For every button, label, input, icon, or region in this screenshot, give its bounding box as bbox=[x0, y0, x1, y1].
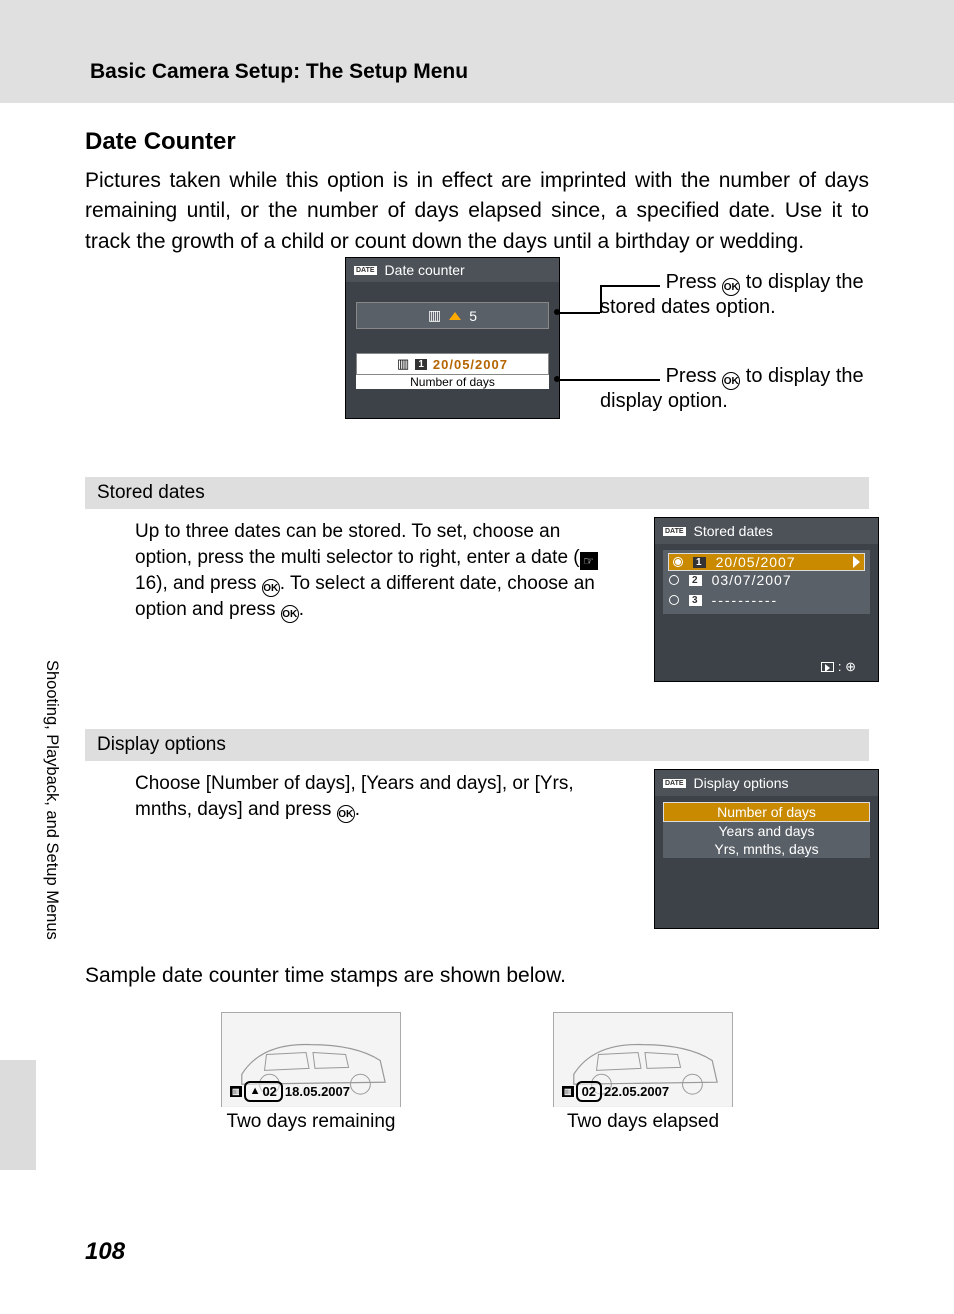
page-number: 108 bbox=[85, 1238, 125, 1266]
date-badge-icon: ▥ bbox=[562, 1086, 574, 1097]
up-arrow-icon bbox=[449, 312, 461, 320]
side-section-label: Shooting, Playback, and Setup Menus bbox=[42, 660, 61, 940]
stored-date-2-value: 03/07/2007 bbox=[712, 572, 792, 588]
stamp-right-date: 22.05.2007 bbox=[604, 1084, 669, 1099]
samples-intro: Sample date counter time stamps are show… bbox=[85, 961, 869, 991]
sample-elapsed: ▥ 02 22.05.2007 Two days elapsed bbox=[553, 1012, 733, 1133]
display-options-header: Display options bbox=[85, 729, 869, 761]
chapter-title: Basic Camera Setup: The Setup Menu bbox=[90, 60, 954, 84]
slot-1-badge: 1 bbox=[693, 557, 706, 568]
stored-date-3[interactable]: 3 ---------- bbox=[669, 590, 864, 610]
lcd-row1-value: 5 bbox=[469, 308, 477, 324]
date-badge-icon: DATE bbox=[354, 266, 377, 275]
play-icon bbox=[821, 662, 834, 672]
sample-left-caption: Two days remaining bbox=[221, 1111, 401, 1133]
slot-3-badge: 3 bbox=[689, 595, 702, 606]
calendar-icon: ▥ bbox=[428, 307, 441, 324]
side-tab bbox=[0, 1060, 36, 1170]
callout-stored: Press OK to display the stored dates opt… bbox=[600, 271, 890, 319]
main-diagram: DATE Date counter ▥ 5 ▥ 1 20/05/2007 Num… bbox=[85, 257, 869, 457]
date-counter-lcd: DATE Date counter ▥ 5 ▥ 1 20/05/2007 Num… bbox=[345, 257, 560, 419]
option-yrs-mnths-days[interactable]: Yrs, mnths, days bbox=[663, 840, 870, 858]
ref-icon: ☞ bbox=[580, 552, 598, 570]
callout-display: Press OK to display the display option. bbox=[600, 365, 890, 413]
slot-1-badge: 1 bbox=[415, 359, 427, 370]
date-badge-icon: DATE bbox=[663, 527, 686, 536]
lcd-row2-label: Number of days bbox=[356, 375, 549, 389]
ok-icon: OK bbox=[337, 805, 355, 823]
date-badge-icon: DATE bbox=[663, 779, 686, 788]
opts-lcd-title: Display options bbox=[694, 775, 789, 791]
sample-right-caption: Two days elapsed bbox=[553, 1111, 733, 1133]
stored-dates-text: Up to three dates can be stored. To set,… bbox=[135, 519, 605, 623]
lcd-row2-date: 20/05/2007 bbox=[433, 357, 508, 372]
lcd-row-date[interactable]: ▥ 1 20/05/2007 bbox=[356, 353, 549, 375]
stored-lcd-title: Stored dates bbox=[694, 523, 773, 539]
calendar-icon: ▥ bbox=[397, 356, 409, 372]
stamp-elapsed: ▥ 02 22.05.2007 bbox=[562, 1081, 669, 1102]
stored-dates-lcd: DATE Stored dates 1 20/05/2007 2 03/07/2… bbox=[654, 517, 879, 682]
stamp-right-num: 02 bbox=[582, 1084, 596, 1099]
radio-selected-icon bbox=[673, 557, 683, 567]
ok-icon: OK bbox=[262, 579, 280, 597]
lcd-title: Date counter bbox=[385, 262, 465, 278]
lcd-title-row: DATE Date counter bbox=[346, 258, 559, 282]
down-arrow-icon: ▲ bbox=[250, 1085, 261, 1097]
display-options-lcd: DATE Display options Number of days Year… bbox=[654, 769, 879, 929]
ok-icon: OK bbox=[281, 605, 299, 623]
date-badge-icon: ▥ bbox=[230, 1086, 242, 1097]
stored-date-1[interactable]: 1 20/05/2007 bbox=[669, 554, 864, 570]
lcd-row-stored[interactable]: ▥ 5 bbox=[356, 302, 549, 329]
stored-date-3-value: ---------- bbox=[712, 592, 779, 608]
section-body: Pictures taken while this option is in e… bbox=[85, 166, 869, 257]
radio-icon bbox=[669, 575, 679, 585]
stored-date-2[interactable]: 2 03/07/2007 bbox=[669, 570, 864, 590]
section-title: Date Counter bbox=[85, 128, 869, 156]
ok-icon: OK bbox=[722, 278, 740, 296]
radio-icon bbox=[669, 595, 679, 605]
stamp-left-date: 18.05.2007 bbox=[285, 1084, 350, 1099]
stored-lcd-footer: : ⊕ bbox=[821, 659, 856, 675]
stamp-left-num: 02 bbox=[262, 1084, 276, 1099]
stamp-remaining: ▥ ▲ 02 18.05.2007 bbox=[230, 1081, 350, 1102]
chevron-right-icon bbox=[853, 556, 860, 568]
sample-remaining: ▥ ▲ 02 18.05.2007 Two days remaining bbox=[221, 1012, 401, 1133]
option-years-and-days[interactable]: Years and days bbox=[663, 822, 870, 840]
chapter-bar: Basic Camera Setup: The Setup Menu bbox=[0, 0, 954, 103]
ok-icon: OK bbox=[722, 372, 740, 390]
stored-dates-header: Stored dates bbox=[85, 477, 869, 509]
option-number-of-days[interactable]: Number of days bbox=[663, 802, 870, 822]
stored-date-1-value: 20/05/2007 bbox=[716, 554, 796, 570]
display-options-text: Choose [Number of days], [Years and days… bbox=[135, 771, 605, 823]
slot-2-badge: 2 bbox=[689, 575, 702, 586]
